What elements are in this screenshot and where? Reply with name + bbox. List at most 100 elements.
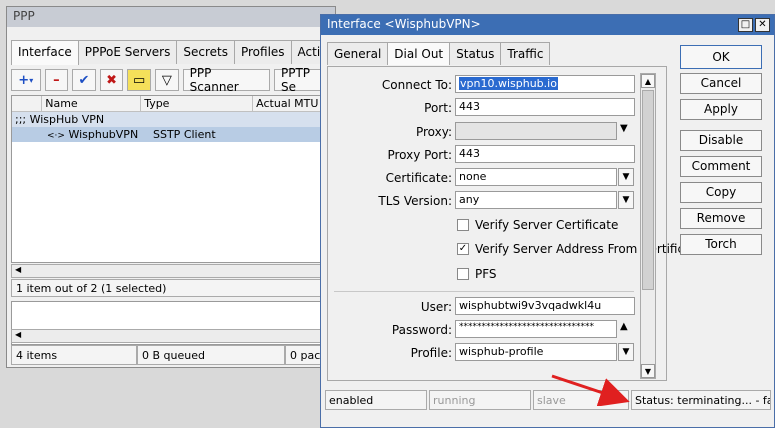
- port-label: Port:: [424, 101, 452, 115]
- tls-version-dropdown-icon[interactable]: ▼: [618, 191, 634, 209]
- comment-icon: ▭: [133, 72, 146, 88]
- filter-button[interactable]: ▽: [155, 69, 179, 91]
- check-icon: ✔: [78, 72, 90, 88]
- cancel-button[interactable]: Cancel: [680, 73, 762, 94]
- ppp-window-title: PPP: [7, 7, 335, 27]
- remove-button[interactable]: Remove: [680, 208, 762, 229]
- profile-dropdown-icon[interactable]: ▼: [618, 343, 634, 361]
- horizontal-scrollbar[interactable]: ◀: [11, 264, 329, 278]
- comment-button[interactable]: Comment: [680, 156, 762, 177]
- bottom-status-bar: 4 items 0 B queued 0 pack: [11, 345, 329, 365]
- tab-traffic[interactable]: Traffic: [500, 42, 551, 65]
- interface-icon: <·>: [47, 131, 65, 141]
- tls-version-select[interactable]: any: [455, 191, 617, 209]
- user-row: User: wisphubtwi9v3vqadwkl4u: [328, 297, 658, 317]
- profile-label: Profile:: [410, 346, 452, 360]
- connect-to-label: Connect To:: [381, 78, 452, 92]
- connection-status: Status: terminating... - fa: [631, 390, 771, 410]
- maximize-button[interactable]: □: [738, 18, 753, 32]
- proxy-port-input[interactable]: 443: [455, 145, 635, 163]
- row-type: SSTP Client: [153, 128, 216, 141]
- interface-window-title: Interface <WisphubVPN>: [321, 15, 774, 35]
- scroll-up-icon[interactable]: ▲: [641, 74, 655, 88]
- tab-profiles[interactable]: Profiles: [233, 40, 292, 64]
- tab-general[interactable]: General: [327, 42, 389, 65]
- filter-icon: ▽: [161, 72, 172, 88]
- torch-button[interactable]: Torch: [680, 234, 762, 255]
- tls-version-row: TLS Version: any ▼: [328, 191, 658, 211]
- verify-server-certificate-checkbox[interactable]: Verify Server Certificate: [457, 216, 618, 234]
- connect-to-input[interactable]: vpn10.wisphub.io: [455, 75, 635, 93]
- enable-button[interactable]: ✔: [72, 69, 96, 91]
- column-actual-mtu[interactable]: Actual MTU: [253, 96, 328, 111]
- profile-select[interactable]: wisphub-profile: [455, 343, 617, 361]
- column-name[interactable]: Name: [42, 96, 142, 111]
- comment-button[interactable]: ▭: [127, 69, 152, 91]
- remove-button[interactable]: –: [44, 69, 69, 91]
- group-comment-row[interactable]: ;;; WispHub VPN: [12, 112, 328, 127]
- certificate-select[interactable]: none: [455, 168, 617, 186]
- interface-window: Interface <WisphubVPN> □ ✕ General Dial …: [320, 14, 775, 428]
- minus-icon: –: [53, 72, 60, 88]
- plus-icon: +: [18, 72, 30, 88]
- selection-status: 1 item out of 2 (1 selected): [11, 279, 329, 297]
- ppp-window: PPP Interface PPPoE Servers Secrets Prof…: [6, 6, 384, 368]
- table-header: Name Type Actual MTU: [12, 96, 328, 112]
- add-button[interactable]: + ▾: [11, 69, 41, 91]
- port-input[interactable]: 443: [455, 98, 635, 116]
- disable-button[interactable]: Disable: [680, 130, 762, 151]
- proxy-dropdown-icon[interactable]: ▼: [620, 123, 628, 134]
- password-label: Password:: [391, 323, 452, 337]
- verify-server-address-checkbox[interactable]: ✓ Verify Server Address From Certificate: [457, 240, 704, 258]
- ppp-toolbar: + ▾ – ✔ ✖ ▭ ▽ PPP Scanner PPTP Se: [11, 66, 336, 94]
- tab-interface[interactable]: Interface: [11, 40, 79, 65]
- enabled-status: enabled: [325, 390, 427, 410]
- tab-pppoe-servers[interactable]: PPPoE Servers: [77, 40, 178, 64]
- group-comment: ;;; WispHub VPN: [15, 113, 105, 126]
- dial-out-panel: Connect To: vpn10.wisphub.io Port: 443 P…: [327, 66, 704, 381]
- tls-version-label: TLS Version:: [378, 194, 452, 208]
- close-button[interactable]: ✕: [755, 18, 770, 32]
- pfs-checkbox[interactable]: PFS: [457, 265, 497, 283]
- scroll-down-icon[interactable]: ▼: [641, 364, 655, 378]
- tab-secrets[interactable]: Secrets: [176, 40, 235, 64]
- proxy-input[interactable]: [455, 122, 617, 140]
- ppp-scanner-button[interactable]: PPP Scanner: [182, 66, 270, 94]
- scroll-left-icon: ◀: [15, 330, 22, 339]
- password-toggle-icon[interactable]: ▲: [620, 321, 628, 332]
- x-icon: ✖: [106, 72, 118, 88]
- certificate-row: Certificate: none ▼: [328, 168, 658, 188]
- port-row: Port: 443: [328, 98, 658, 118]
- table-row[interactable]: <·> WisphubVPN SSTP Client: [12, 127, 328, 142]
- vertical-scrollbar[interactable]: ▲ ▼: [640, 73, 656, 379]
- section-divider: [334, 291, 634, 292]
- disable-button[interactable]: ✖: [99, 69, 124, 91]
- scroll-thumb[interactable]: [642, 90, 654, 290]
- proxy-port-label: Proxy Port:: [387, 148, 452, 162]
- checkbox-unchecked-icon: [457, 219, 469, 231]
- tab-status[interactable]: Status: [449, 42, 502, 65]
- apply-button[interactable]: Apply: [680, 99, 762, 120]
- certificate-label: Certificate:: [385, 171, 452, 185]
- proxy-label: Proxy:: [415, 125, 452, 139]
- row-name: <·> WisphubVPN: [47, 128, 139, 141]
- horizontal-scrollbar-2[interactable]: ◀: [11, 329, 329, 343]
- proxy-port-row: Proxy Port: 443: [328, 145, 658, 165]
- user-label: User:: [420, 300, 452, 314]
- maximize-icon: □: [740, 19, 751, 30]
- tab-dial-out[interactable]: Dial Out: [387, 42, 451, 65]
- queued-status: 0 B queued: [137, 345, 285, 365]
- password-input[interactable]: ******************************: [455, 320, 617, 338]
- column-type[interactable]: Type: [141, 96, 254, 111]
- password-row: Password: ******************************…: [328, 320, 658, 340]
- profile-row: Profile: wisphub-profile ▼: [328, 343, 658, 363]
- close-icon: ✕: [758, 19, 767, 30]
- interface-table: Name Type Actual MTU ;;; WispHub VPN <·>…: [11, 95, 329, 263]
- copy-button[interactable]: Copy: [680, 182, 762, 203]
- connect-to-row: Connect To: vpn10.wisphub.io: [328, 75, 658, 95]
- items-count: 4 items: [11, 345, 137, 365]
- certificate-dropdown-icon[interactable]: ▼: [618, 168, 634, 186]
- ok-button[interactable]: OK: [680, 45, 762, 69]
- user-input[interactable]: wisphubtwi9v3vqadwkl4u: [455, 297, 635, 315]
- interface-tab-bar: General Dial Out Status Traffic: [327, 42, 551, 65]
